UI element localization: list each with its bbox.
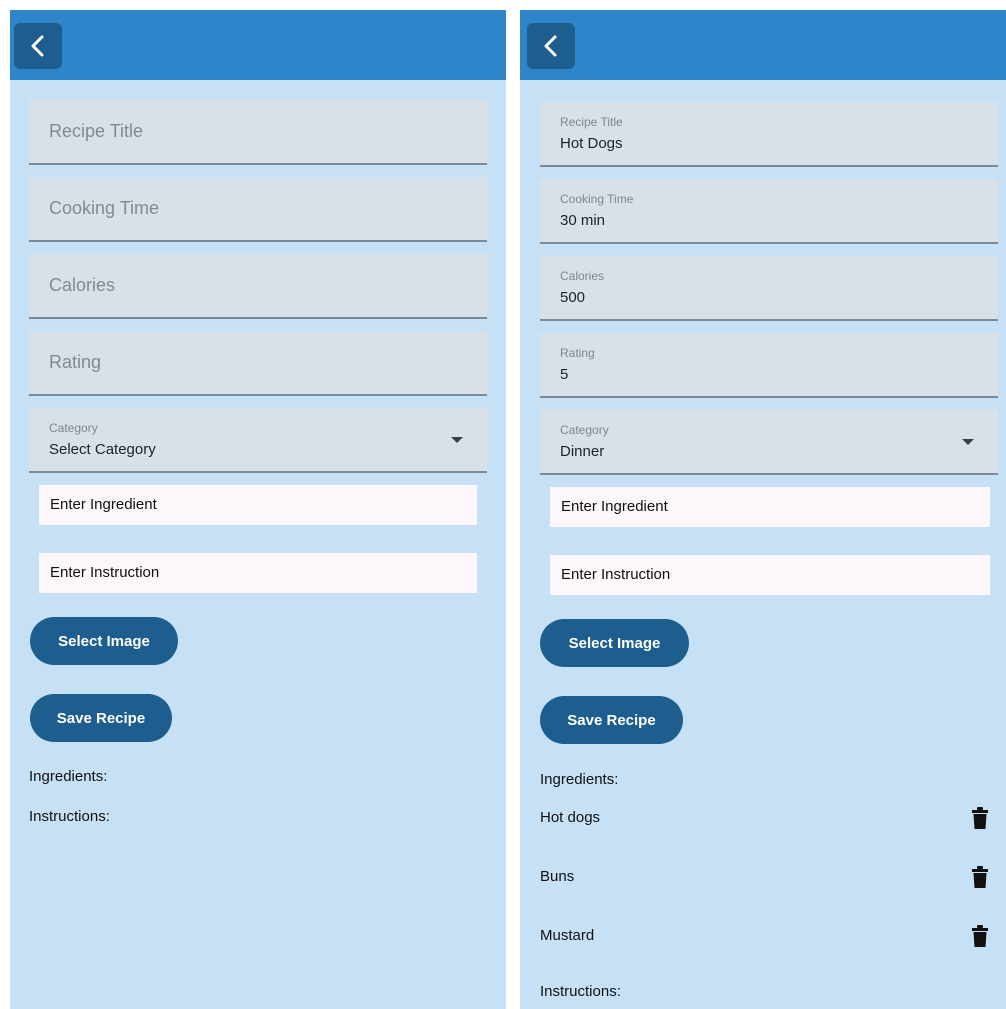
- rating-label: Rating: [560, 346, 595, 360]
- ingredient-list-item: Hot dogs: [540, 807, 988, 831]
- ingredient-name: Mustard: [540, 927, 595, 944]
- instructions-heading: Instructions:: [540, 983, 621, 1000]
- calories-field[interactable]: Calories: [29, 254, 487, 319]
- trash-icon[interactable]: [972, 866, 988, 888]
- recipe-title-value: Hot Dogs: [560, 135, 623, 152]
- empty-form-screen: Recipe Title Cooking Time Calories Ratin…: [10, 10, 506, 1009]
- calories-placeholder: Calories: [49, 275, 116, 295]
- caret-down-icon: [451, 437, 463, 443]
- rating-placeholder: Rating: [49, 352, 102, 372]
- recipe-title-field[interactable]: Recipe Title Hot Dogs: [540, 102, 998, 167]
- instruction-input-text: Enter Instruction: [561, 566, 671, 583]
- ingredient-input[interactable]: Enter Ingredient: [550, 487, 990, 527]
- cooking-time-field[interactable]: Cooking Time: [29, 177, 487, 242]
- save-recipe-button[interactable]: Save Recipe: [540, 696, 683, 744]
- ingredient-list-item: Buns: [540, 866, 988, 890]
- ingredient-list-item: Mustard: [540, 925, 988, 949]
- recipe-title-placeholder: Recipe Title: [49, 121, 144, 141]
- rating-value: 5: [560, 366, 569, 383]
- ingredient-name: Hot dogs: [540, 809, 601, 826]
- cooking-time-value: 30 min: [560, 212, 606, 229]
- app-bar: [10, 10, 506, 80]
- rating-field[interactable]: Rating: [29, 331, 487, 396]
- instructions-heading: Instructions:: [29, 808, 110, 825]
- calories-label: Calories: [560, 269, 605, 283]
- ingredient-input[interactable]: Enter Ingredient: [39, 485, 477, 525]
- category-value: Dinner: [560, 443, 605, 460]
- filled-form-screen: Recipe Title Hot Dogs Cooking Time 30 mi…: [520, 10, 1006, 1009]
- ingredient-input-text: Enter Ingredient: [50, 496, 157, 513]
- trash-icon[interactable]: [972, 807, 988, 829]
- select-image-button[interactable]: Select Image: [30, 617, 178, 665]
- calories-value: 500: [560, 289, 586, 306]
- instruction-input-text: Enter Instruction: [50, 564, 160, 581]
- recipe-title-field[interactable]: Recipe Title: [29, 100, 487, 165]
- select-image-button[interactable]: Select Image: [540, 619, 689, 667]
- app-bar: [520, 10, 1006, 80]
- ingredient-name: Buns: [540, 868, 575, 885]
- category-label: Category: [49, 421, 98, 435]
- ingredient-input-text: Enter Ingredient: [561, 498, 668, 515]
- instruction-input[interactable]: Enter Instruction: [550, 555, 990, 595]
- cooking-time-placeholder: Cooking Time: [49, 198, 160, 218]
- recipe-title-label: Recipe Title: [560, 115, 623, 129]
- rating-field[interactable]: Rating 5: [540, 333, 998, 398]
- back-button[interactable]: [527, 23, 575, 69]
- category-label: Category: [560, 423, 609, 437]
- cooking-time-field[interactable]: Cooking Time 30 min: [540, 179, 998, 244]
- trash-icon[interactable]: [972, 925, 988, 947]
- chevron-left-icon: [31, 35, 44, 57]
- caret-down-icon: [962, 439, 974, 445]
- category-dropdown[interactable]: Category Dinner: [540, 410, 998, 475]
- cooking-time-label: Cooking Time: [560, 192, 634, 206]
- category-value: Select Category: [49, 441, 156, 458]
- chevron-left-icon: [544, 35, 557, 57]
- category-dropdown[interactable]: Category Select Category: [29, 408, 487, 473]
- save-recipe-button[interactable]: Save Recipe: [30, 694, 172, 742]
- ingredients-heading: Ingredients:: [540, 771, 619, 788]
- instruction-input[interactable]: Enter Instruction: [39, 553, 477, 593]
- calories-field[interactable]: Calories 500: [540, 256, 998, 321]
- back-button[interactable]: [14, 23, 62, 69]
- ingredients-heading: Ingredients:: [29, 768, 108, 785]
